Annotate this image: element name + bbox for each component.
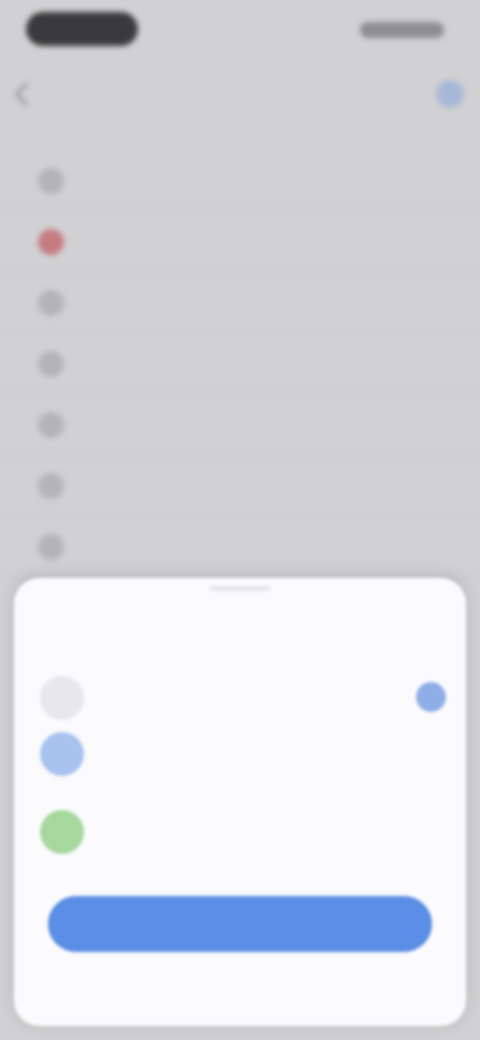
menu-list xyxy=(0,150,480,577)
circle-icon xyxy=(38,412,64,438)
more-icon[interactable] xyxy=(436,80,464,108)
chevron-left-icon[interactable] xyxy=(14,82,39,107)
navigation-bar xyxy=(0,64,480,126)
menu-item[interactable] xyxy=(0,516,480,577)
menu-item[interactable] xyxy=(0,211,480,272)
menu-item[interactable] xyxy=(0,333,480,394)
bottom-sheet xyxy=(14,578,466,1026)
circle-icon xyxy=(38,290,64,316)
avatar xyxy=(40,810,84,854)
menu-item[interactable] xyxy=(0,272,480,333)
circle-icon xyxy=(38,473,64,499)
sheet-option[interactable] xyxy=(36,724,446,782)
sheet-option[interactable] xyxy=(36,668,446,726)
circle-icon xyxy=(38,168,64,194)
confirm-button[interactable] xyxy=(48,896,432,952)
status-time-pill xyxy=(26,12,138,46)
menu-item[interactable] xyxy=(0,394,480,455)
avatar xyxy=(40,732,84,776)
status-icons xyxy=(360,22,444,38)
circle-icon xyxy=(38,534,64,560)
checkmark-icon xyxy=(416,682,446,712)
alert-icon xyxy=(38,229,64,255)
sheet-option[interactable] xyxy=(36,802,446,860)
screen xyxy=(0,0,480,1040)
avatar xyxy=(40,676,84,720)
circle-icon xyxy=(38,351,64,377)
sheet-grabber[interactable] xyxy=(210,586,270,591)
menu-item[interactable] xyxy=(0,455,480,516)
status-bar xyxy=(0,0,480,64)
menu-item[interactable] xyxy=(0,150,480,211)
